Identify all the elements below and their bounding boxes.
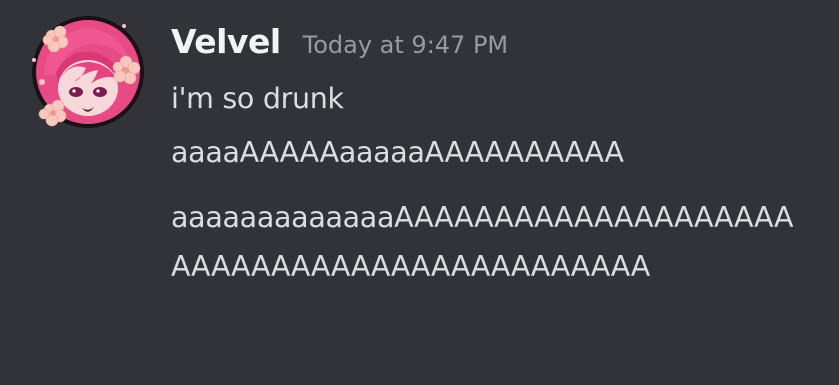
message-line: aaaaaaaaaaaaaAAAAAAAAAAAAAAAAAAAAAAAAAAA… — [171, 201, 794, 283]
message-line: aaaaAAAAAaaaaaAAAAAAAAAA — [171, 136, 624, 169]
timestamp[interactable]: Today at 9:47 PM — [303, 31, 509, 59]
message-line: i'm so drunk — [171, 82, 344, 115]
username[interactable]: Velvel — [171, 22, 281, 61]
chat-message: Velvel Today at 9:47 PM i'm so drunk aaa… — [0, 0, 839, 385]
user-avatar[interactable] — [28, 12, 148, 132]
message-header: Velvel Today at 9:47 PM — [171, 22, 508, 72]
